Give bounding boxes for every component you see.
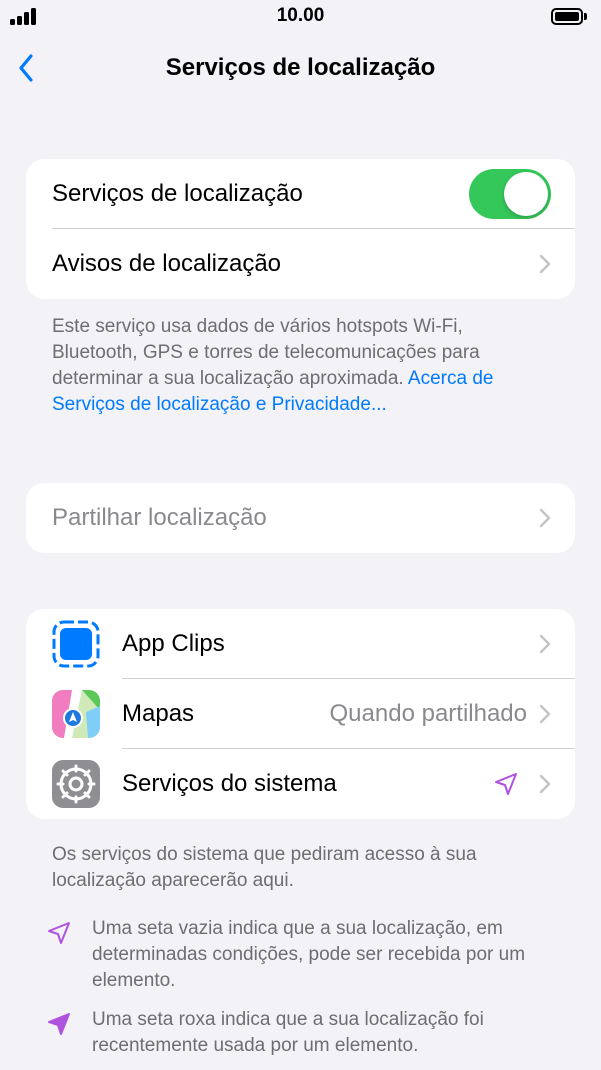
app-label: Serviços do sistema xyxy=(122,770,337,797)
chevron-right-icon xyxy=(539,704,551,724)
app-label: Mapas xyxy=(122,700,195,727)
legend-text: Uma seta vazia indica que a sua localiza… xyxy=(92,918,526,991)
chevron-right-icon xyxy=(539,254,551,274)
page-title: Serviços de localização xyxy=(165,54,436,81)
legend-item-purple-arrow: Uma seta roxa indica que a sua localizaç… xyxy=(46,1007,566,1059)
chevron-right-icon xyxy=(539,774,551,794)
share-location-label: Partilhar localização xyxy=(52,504,267,531)
status-time: 10.00 xyxy=(276,5,325,26)
legend-item-hollow-arrow: Uma seta vazia indica que a sua localiza… xyxy=(46,916,566,994)
location-services-group: Serviços de localização Avisos de locali… xyxy=(26,159,575,299)
location-arrow-outline-icon xyxy=(495,773,517,795)
chevron-right-icon xyxy=(539,634,551,654)
apps-group: App Clips Mapas Quando partilhado Serviç… xyxy=(26,609,575,819)
maps-icon xyxy=(52,690,100,738)
app-label: App Clips xyxy=(122,630,225,657)
app-row-maps[interactable]: Mapas Quando partilhado xyxy=(26,679,575,749)
chevron-right-icon xyxy=(539,508,551,528)
location-alerts-row[interactable]: Avisos de localização xyxy=(26,229,575,299)
location-alerts-label: Avisos de localização xyxy=(52,250,282,277)
hollow-arrow-icon xyxy=(48,922,70,944)
purple-arrow-icon xyxy=(48,1013,70,1035)
location-services-row: Serviços de localização xyxy=(26,159,575,229)
app-row-system-services[interactable]: Serviços do sistema xyxy=(26,749,575,819)
system-services-footnote: Os serviços do sistema que pediram acess… xyxy=(52,844,477,891)
location-services-label: Serviços de localização xyxy=(52,180,303,207)
battery-icon xyxy=(551,8,587,25)
settings-gear-icon xyxy=(52,760,100,808)
location-services-toggle[interactable] xyxy=(469,169,551,219)
share-location-group: Partilhar localização xyxy=(26,483,575,553)
status-bar: 10.00 xyxy=(0,0,601,34)
navigation-bar: Serviços de localização xyxy=(0,40,601,96)
app-row-app-clips[interactable]: App Clips xyxy=(26,609,575,679)
share-location-row[interactable]: Partilhar localização xyxy=(26,483,575,553)
app-permission-value: Quando partilhado xyxy=(329,700,527,727)
legend-text: Uma seta roxa indica que a sua localizaç… xyxy=(92,1009,484,1056)
location-services-description: Este serviço usa dados de vários hotspot… xyxy=(52,314,552,418)
app-clips-icon xyxy=(52,620,100,668)
